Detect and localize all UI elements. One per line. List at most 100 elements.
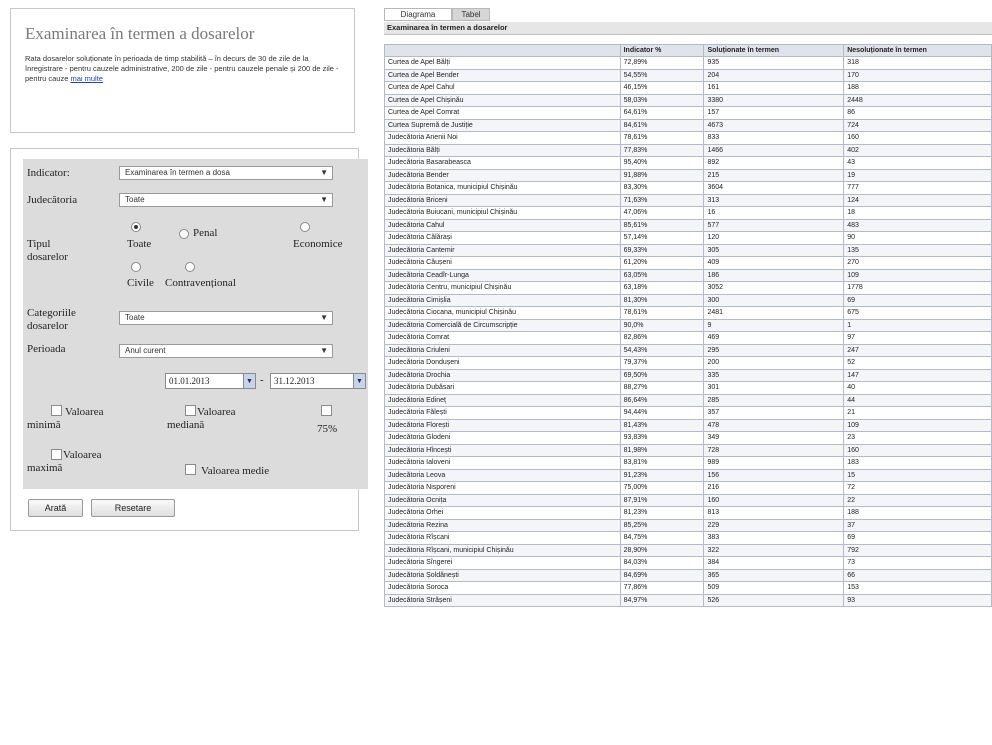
table-panel: Examinarea în termen a dosarelor Indicat… (384, 22, 992, 745)
cell-indicator: 87,91% (619, 493, 705, 507)
info-description: Rata dosarelor soluționate în perioada d… (25, 54, 340, 84)
cell-court: Judecătoria Strășeni (384, 593, 621, 607)
cell-indicator: 81,23% (619, 506, 705, 520)
cell-solved: 833 (703, 131, 845, 145)
checkbox-mean[interactable] (185, 464, 196, 475)
info-title: Examinarea în termen a dosarelor (25, 24, 255, 43)
table-row: Judecătoria Comercială de Circumscripție… (384, 318, 992, 332)
cell-unsolved: 2448 (843, 93, 992, 107)
cell-court: Judecătoria Nisporeni (384, 481, 621, 495)
cell-indicator: 63,18% (619, 281, 705, 295)
table-row: Judecătoria Ciocana, municipiul Chișinău… (384, 306, 992, 320)
cell-solved: 892 (703, 156, 845, 170)
table-row: Judecătoria Dubăsari 88,27% 301 40 (384, 381, 992, 395)
cell-indicator: 64,61% (619, 106, 705, 120)
cell-indicator: 84,69% (619, 568, 705, 582)
cell-indicator: 69,50% (619, 368, 705, 382)
cell-indicator: 91,88% (619, 168, 705, 182)
table-row: Judecătoria Bender 91,88% 215 19 (384, 168, 992, 182)
date-to-input[interactable]: 31.12.2013 ▼ (270, 373, 366, 389)
data-table: Indicator % Soluționate în termen Nesolu… (384, 44, 992, 607)
table-row: Curtea de Apel Cahul 46,15% 161 188 (384, 81, 992, 95)
table-row: Curtea de Apel Bender 54,55% 204 170 (384, 68, 992, 82)
radio-civil-label: Civile (127, 277, 154, 289)
calendar-icon[interactable]: ▼ (243, 374, 255, 388)
filter-panel: Indicator: Examinarea în termen a dosa ▼… (10, 148, 368, 531)
table-row: Judecătoria Hîncești 81,98% 728 160 (384, 443, 992, 457)
cell-unsolved: 40 (843, 381, 992, 395)
cell-indicator: 71,63% (619, 193, 705, 207)
cell-solved: 161 (703, 81, 845, 95)
radio-economic[interactable] (300, 222, 310, 232)
cell-court: Judecătoria Cahul (384, 218, 621, 232)
radio-civil[interactable] (131, 262, 141, 272)
court-select[interactable]: Toate ▼ (119, 193, 333, 207)
cell-unsolved: 66 (843, 568, 992, 582)
table-row: Judecătoria Ialoveni 83,81% 989 183 (384, 456, 992, 470)
radio-penal[interactable] (179, 229, 189, 239)
cell-indicator: 79,37% (619, 356, 705, 370)
cell-court: Judecătoria Glodeni (384, 431, 621, 445)
radio-all[interactable] (131, 222, 141, 232)
table-row: Judecătoria Florești 81,43% 478 109 (384, 418, 992, 432)
cell-indicator: 91,23% (619, 468, 705, 482)
reset-button[interactable]: Resetare (91, 499, 175, 517)
cell-unsolved: 188 (843, 81, 992, 95)
radio-contraventional[interactable] (185, 262, 195, 272)
cell-court: Judecătoria Ocnița (384, 493, 621, 507)
cell-unsolved: 52 (843, 356, 992, 370)
table-row: Judecătoria Nisporeni 75,00% 216 72 (384, 481, 992, 495)
cell-court: Judecătoria Anenii Noi (384, 131, 621, 145)
cell-indicator: 86,64% (619, 393, 705, 407)
date-from-input[interactable]: 01.01.2013 ▼ (165, 373, 256, 389)
cell-indicator: 95,40% (619, 156, 705, 170)
cell-unsolved: 109 (843, 418, 992, 432)
period-select[interactable]: Anul curent ▼ (119, 344, 333, 358)
cell-indicator: 93,83% (619, 431, 705, 445)
show-button[interactable]: Arată (28, 499, 83, 517)
checkbox-min-label: Valoarea minimă (27, 406, 104, 431)
tab-table[interactable]: Tabel (452, 8, 490, 21)
indicator-select[interactable]: Examinarea în termen a dosa ▼ (119, 166, 333, 180)
cell-solved: 349 (703, 431, 845, 445)
category-select[interactable]: Toate ▼ (119, 311, 333, 325)
cell-court: Judecătoria Rîșcani, municipiul Chișinău (384, 543, 621, 557)
cell-unsolved: 109 (843, 268, 992, 282)
header-indicator: Indicator % (619, 44, 705, 57)
cell-solved: 989 (703, 456, 845, 470)
cell-solved: 16 (703, 206, 845, 220)
cell-solved: 409 (703, 256, 845, 270)
cell-solved: 384 (703, 556, 845, 570)
cell-indicator: 84,03% (619, 556, 705, 570)
cell-unsolved: 183 (843, 456, 992, 470)
cell-solved: 526 (703, 593, 845, 607)
cell-court: Judecătoria Șoldănești (384, 568, 621, 582)
cell-unsolved: 147 (843, 368, 992, 382)
cell-court: Judecătoria Dubăsari (384, 381, 621, 395)
checkbox-p75[interactable] (321, 405, 332, 416)
table-row: Judecătoria Căușeni 61,20% 409 270 (384, 256, 992, 270)
cell-solved: 305 (703, 243, 845, 257)
more-link[interactable]: mai multe (70, 74, 103, 83)
date-to-value: 31.12.2013 (274, 376, 315, 386)
table-row: Judecătoria Glodeni 93,83% 349 23 (384, 431, 992, 445)
cell-solved: 215 (703, 168, 845, 182)
cell-solved: 4673 (703, 118, 845, 132)
date-from-value: 01.01.2013 (169, 376, 210, 386)
cell-court: Judecătoria Rîșcani (384, 531, 621, 545)
court-value: Toate (125, 195, 145, 204)
table-row: Judecătoria Șoldănești 84,69% 365 66 (384, 568, 992, 582)
cell-indicator: 77,86% (619, 581, 705, 595)
cell-court: Judecătoria Comrat (384, 331, 621, 345)
cell-indicator: 81,30% (619, 293, 705, 307)
cell-court: Curtea de Apel Bălți (384, 56, 621, 70)
table-row: Judecătoria Rîșcani, municipiul Chișinău… (384, 543, 992, 557)
cell-solved: 9 (703, 318, 845, 332)
calendar-icon[interactable]: ▼ (353, 374, 365, 388)
tab-diagram[interactable]: Diagrama (384, 8, 452, 21)
table-row: Judecătoria Dondușeni 79,37% 200 52 (384, 356, 992, 370)
cell-court: Judecătoria Centru, municipiul Chișinău (384, 281, 621, 295)
table-row: Judecătoria Fălești 94,44% 357 21 (384, 406, 992, 420)
cell-solved: 1466 (703, 143, 845, 157)
cell-court: Curtea de Apel Cahul (384, 81, 621, 95)
